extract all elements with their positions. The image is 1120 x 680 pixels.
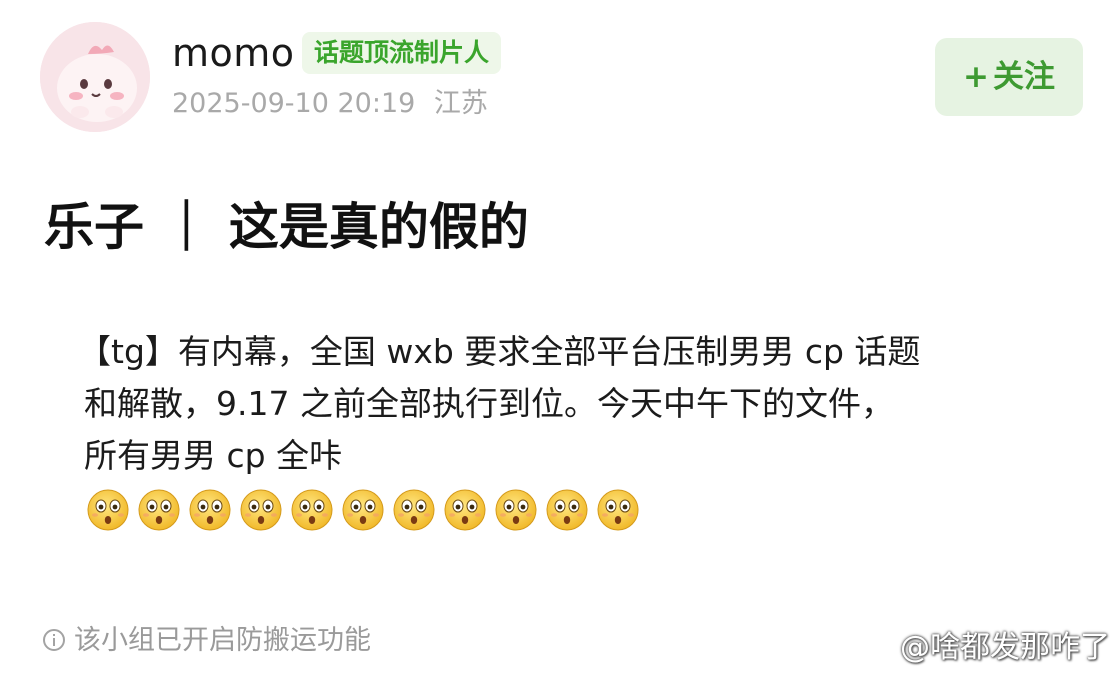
shocked-face-emoji-icon <box>597 489 639 531</box>
shocked-face-emoji-icon <box>444 489 486 531</box>
weibo-eye-icon <box>857 635 894 661</box>
post-body-line: 【tg】有内幕，全国 wxb 要求全部平台压制男男 cp 话题 <box>78 332 921 371</box>
shocked-face-emoji-icon <box>495 489 537 531</box>
info-circle-icon <box>43 629 65 651</box>
follow-button-label: 关注 <box>992 59 1055 95</box>
cute-pink-character-avatar-icon <box>40 22 150 132</box>
shocked-face-emoji-icon <box>393 489 435 531</box>
shocked-face-emoji-icon <box>240 489 282 531</box>
shocked-face-emoji-icon <box>546 489 588 531</box>
shocked-face-emoji-icon <box>87 489 129 531</box>
username[interactable]: momo <box>172 30 295 76</box>
anti-repost-notice: 该小组已开启防搬运功能 <box>42 622 371 660</box>
plus-icon: + <box>963 59 989 95</box>
shocked-face-emoji-icon <box>189 489 231 531</box>
post-title: 乐子 ｜ 这是真的假的 <box>44 198 529 256</box>
post-body-line: 和解散，9.17 之前全部执行到位。今天中午下的文件， <box>84 384 894 423</box>
avatar[interactable] <box>40 22 150 132</box>
shocked-face-emoji-icon <box>138 489 180 531</box>
post-body: 【tg】有内幕，全国 wxb 要求全部平台压制男男 cp 话题 和解散，9.17… <box>78 326 1038 482</box>
watermark-text: @啥都发那咋了 <box>900 630 1110 665</box>
emoji-row <box>86 488 640 532</box>
shocked-face-emoji-icon <box>342 489 384 531</box>
shocked-face-emoji-icon <box>291 489 333 531</box>
post-location: 江苏 <box>433 88 488 119</box>
post-meta: 2025-09-10 20:19 江苏 <box>172 86 488 122</box>
post-body-line: 所有男男 cp 全咔 <box>84 436 343 475</box>
follow-button[interactable]: + 关注 <box>935 38 1083 116</box>
user-title-badge: 话题顶流制片人 <box>302 32 502 74</box>
anti-repost-notice-text: 该小组已开启防搬运功能 <box>74 625 371 656</box>
post-timestamp: 2025-09-10 20:19 <box>172 88 416 119</box>
watermark: @啥都发那咋了 <box>856 628 1110 668</box>
